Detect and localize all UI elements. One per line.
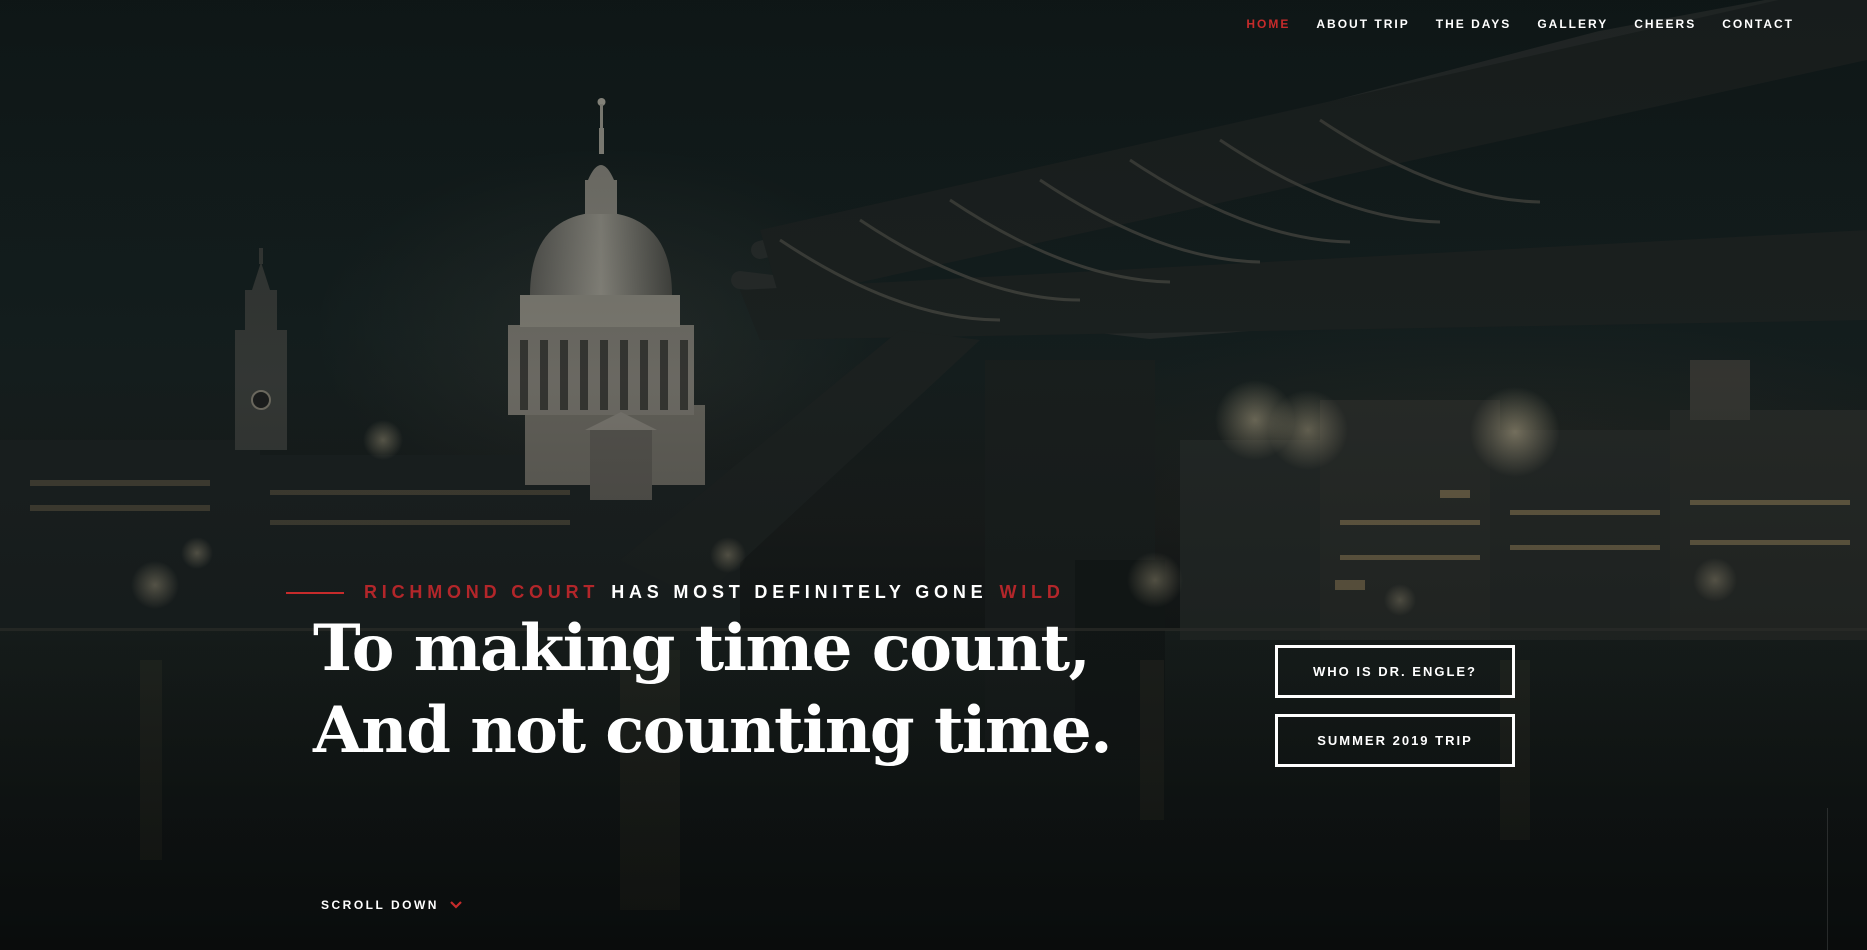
- chevron-down-icon: [450, 901, 462, 909]
- scroll-down-label: SCROLL DOWN: [321, 898, 439, 912]
- nav-item-contact[interactable]: CONTACT: [1709, 17, 1807, 31]
- scroll-down-link[interactable]: SCROLL DOWN: [321, 898, 463, 912]
- hero-tagline: RICHMOND COURT HAS MOST DEFINITELY GONE …: [286, 582, 1065, 603]
- edge-divider: [1827, 808, 1828, 950]
- nav-item-about-trip[interactable]: ABOUT TRIP: [1303, 17, 1422, 31]
- nav-item-home[interactable]: HOME: [1233, 17, 1303, 31]
- tagline-middle: HAS MOST DEFINITELY GONE: [611, 582, 988, 602]
- tagline-highlight-start: RICHMOND COURT: [364, 582, 600, 602]
- hero-dark-overlay: [0, 0, 1867, 950]
- main-nav: HOME ABOUT TRIP THE DAYS GALLERY CHEERS …: [1233, 17, 1807, 31]
- tagline-rule: [286, 591, 344, 594]
- nav-item-cheers[interactable]: CHEERS: [1621, 17, 1709, 31]
- nav-item-the-days[interactable]: THE DAYS: [1423, 17, 1525, 31]
- nav-item-gallery[interactable]: GALLERY: [1524, 17, 1621, 31]
- tagline-highlight-end: WILD: [999, 582, 1065, 602]
- summer-2019-trip-button[interactable]: SUMMER 2019 TRIP: [1275, 714, 1515, 767]
- headline-line-1: To making time count,: [313, 611, 1091, 686]
- headline-line-2: And not counting time.: [313, 693, 1113, 768]
- who-is-dr-engle-button[interactable]: WHO IS DR. ENGLE?: [1275, 645, 1515, 698]
- hero-headline: To making time count, And not counting t…: [313, 608, 1113, 772]
- page: HOME ABOUT TRIP THE DAYS GALLERY CHEERS …: [0, 0, 1867, 950]
